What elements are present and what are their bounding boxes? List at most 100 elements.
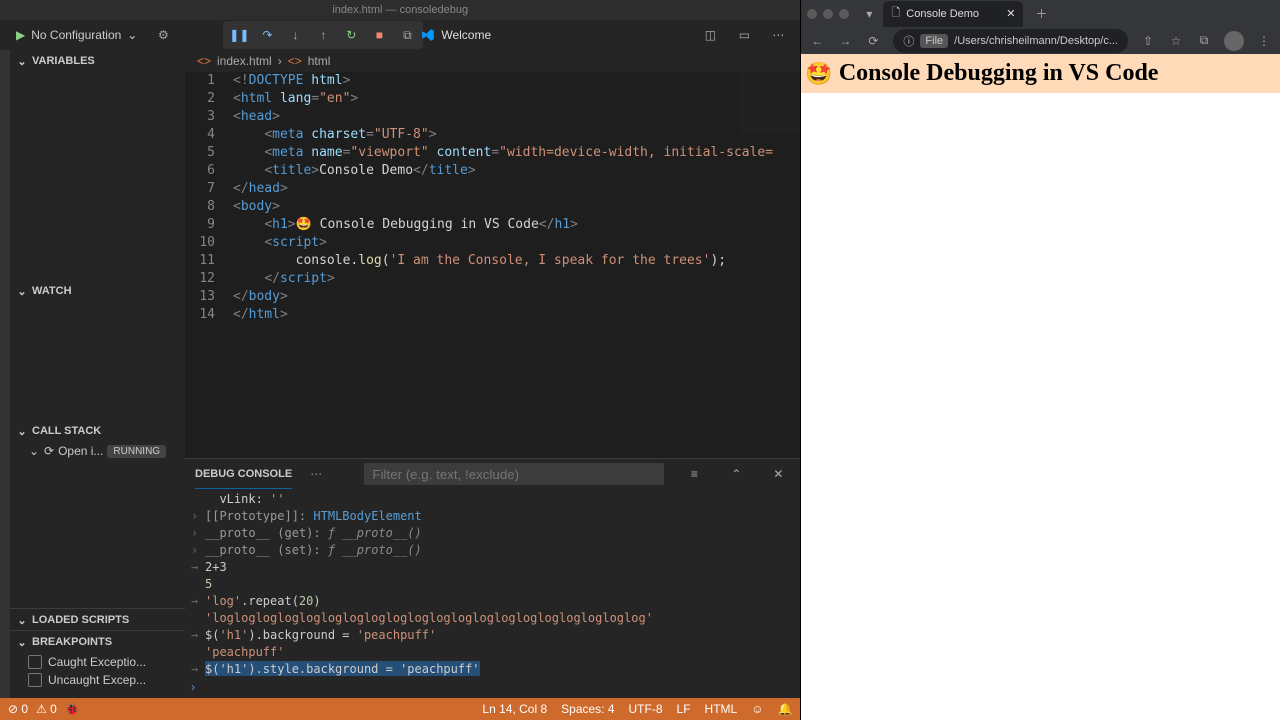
console-body[interactable]: vLink: ''›[[Prototype]]: HTMLBodyElement… — [185, 489, 800, 676]
chevron-down-icon: ⌄ — [16, 55, 28, 67]
running-badge: RUNNING — [107, 445, 166, 458]
rendered-page: 🤩 Console Debugging in VS Code — [801, 54, 1280, 720]
avatar-icon[interactable] — [1224, 31, 1244, 51]
forward-icon[interactable]: → — [837, 33, 853, 49]
code-line[interactable]: 1<!DOCTYPE html> — [185, 72, 800, 90]
layout-icon[interactable]: ▭ — [732, 23, 756, 47]
console-input[interactable]: › — [185, 676, 800, 698]
vscode-icon — [421, 28, 435, 42]
close-icon[interactable]: ✕ — [1006, 7, 1015, 20]
code-line[interactable]: 13</body> — [185, 288, 800, 306]
new-tab-button[interactable]: ＋ — [1029, 5, 1053, 22]
code-area[interactable]: 1<!DOCTYPE html>2<html lang="en">3<head>… — [185, 72, 800, 458]
console-line: 5 — [185, 576, 800, 593]
minimap[interactable] — [740, 72, 800, 132]
play-icon: ▶ — [16, 28, 25, 42]
code-line[interactable]: 8<body> — [185, 198, 800, 216]
restart-icon[interactable]: ↻ — [339, 23, 363, 47]
console-line: ›__proto__ (set): ƒ __proto__() — [185, 542, 800, 559]
panel-watch[interactable]: ⌄ WATCH — [10, 280, 185, 302]
browser-tab[interactable]: 🗋 Console Demo ✕ — [883, 1, 1023, 27]
code-line[interactable]: 2<html lang="en"> — [185, 90, 800, 108]
address-bar[interactable]: ⓘ File /Users/chrisheilmann/Desktop/c... — [893, 29, 1128, 53]
breadcrumb-file: index.html — [217, 54, 272, 68]
bell-icon[interactable]: 🔔 — [777, 702, 792, 716]
code-line[interactable]: 3<head> — [185, 108, 800, 126]
warnings-count[interactable]: ⚠ 0 — [36, 702, 57, 716]
debug-console-panel: DEBUG CONSOLE ⋯ ≡ ⌃ ✕ vLink: ''›[[Protot… — [185, 458, 800, 698]
code-line[interactable]: 9 <h1>🤩 Console Debugging in VS Code</h1… — [185, 216, 800, 234]
code-line[interactable]: 6 <title>Console Demo</title> — [185, 162, 800, 180]
breadcrumbs[interactable]: <> index.html › <> html — [185, 50, 800, 72]
step-out-icon[interactable]: ↑ — [311, 23, 335, 47]
chevron-down-icon: ⌄ — [28, 445, 40, 457]
code-line[interactable]: 12 </script> — [185, 270, 800, 288]
code-line[interactable]: 5 <meta name="viewport" content="width=d… — [185, 144, 800, 162]
code-line[interactable]: 4 <meta charset="UTF-8"> — [185, 126, 800, 144]
split-icon[interactable]: ◫ — [698, 23, 722, 47]
title-bar: index.html — consoledebug — [0, 0, 800, 20]
debug-controls: ❚❚ ↷ ↓ ↑ ↻ ■ ⧉ — [223, 21, 423, 49]
menu-icon[interactable]: ⋮ — [1256, 33, 1272, 49]
panel-breakpoints[interactable]: ⌄BREAKPOINTS — [10, 631, 185, 653]
debug-toolbar: ▶ No Configuration ⌄ ⚙ ❚❚ ↷ ↓ ↑ ↻ ■ ⧉ We… — [0, 20, 800, 50]
chevron-down-icon: ⌄ — [16, 285, 28, 297]
language-mode[interactable]: HTML — [705, 702, 738, 716]
step-over-icon[interactable]: ↷ — [255, 23, 279, 47]
code-line[interactable]: 10 <script> — [185, 234, 800, 252]
close-icon[interactable]: ✕ — [766, 462, 790, 486]
callstack-item[interactable]: ⌄ ⟳ Open i... RUNNING — [10, 442, 185, 460]
url-text: /Users/chrisheilmann/Desktop/c... — [954, 35, 1118, 47]
panel-loaded-scripts[interactable]: ⌄LOADED SCRIPTS — [10, 609, 185, 631]
checkbox[interactable] — [28, 673, 42, 687]
code-line[interactable]: 14</html> — [185, 306, 800, 324]
panel-variables[interactable]: ⌄VARIABLES — [10, 50, 185, 72]
console-line: →'log'.repeat(20) — [185, 593, 800, 610]
pause-icon[interactable]: ❚❚ — [227, 23, 251, 47]
errors-count[interactable]: ⊘ 0 — [8, 702, 28, 716]
console-tab[interactable]: DEBUG CONSOLE — [195, 460, 292, 489]
back-icon[interactable]: ← — [809, 33, 825, 49]
step-into-icon[interactable]: ↓ — [283, 23, 307, 47]
activity-bar[interactable] — [0, 50, 10, 698]
loaded-label: LOADED SCRIPTS — [32, 614, 129, 626]
chevron-down-icon: ⌄ — [16, 425, 28, 437]
console-filter-input[interactable] — [364, 463, 664, 485]
star-icon[interactable]: ☆ — [1168, 33, 1184, 49]
breakpoint-item[interactable]: Caught Exceptio... — [10, 653, 185, 671]
welcome-tab[interactable]: Welcome — [411, 18, 501, 53]
extensions-icon[interactable]: ⧉ — [1196, 33, 1212, 49]
cursor-position[interactable]: Ln 14, Col 8 — [482, 702, 547, 716]
traffic-lights[interactable] — [807, 9, 855, 19]
debug-icon[interactable]: 🐞 — [65, 702, 80, 716]
editor-group: <> index.html › <> html 1<!DOCTYPE html>… — [185, 50, 800, 698]
reload-icon[interactable]: ⟳ — [865, 33, 881, 49]
more-icon[interactable]: ⋯ — [310, 467, 322, 481]
checkbox[interactable] — [28, 655, 42, 669]
code-line[interactable]: 11 console.log('I am the Console, I spea… — [185, 252, 800, 270]
gear-icon[interactable]: ⚙ — [151, 23, 175, 47]
caret-icon[interactable]: ▾ — [861, 6, 877, 22]
encoding-info[interactable]: UTF-8 — [629, 702, 663, 716]
stop-icon[interactable]: ■ — [367, 23, 391, 47]
indent-info[interactable]: Spaces: 4 — [561, 702, 614, 716]
page-heading: 🤩 Console Debugging in VS Code — [801, 54, 1280, 93]
tag-icon: <> — [288, 54, 302, 68]
watch-label: WATCH — [32, 285, 72, 297]
console-line: →$('h1').background = 'peachpuff' — [185, 627, 800, 644]
eol-info[interactable]: LF — [677, 702, 691, 716]
chevron-down-icon: ⌄ — [16, 636, 28, 648]
panel-callstack[interactable]: ⌄CALL STACK — [10, 420, 185, 442]
breakpoint-item[interactable]: Uncaught Excep... — [10, 671, 185, 689]
filter-icon[interactable]: ≡ — [682, 462, 706, 486]
tab-title: Console Demo — [906, 8, 979, 20]
bp-label: Uncaught Excep... — [48, 673, 146, 687]
code-line[interactable]: 7</head> — [185, 180, 800, 198]
feedback-icon[interactable]: ☺ — [751, 702, 763, 716]
console-line: ›[[Prototype]]: HTMLBodyElement — [185, 508, 800, 525]
share-icon[interactable]: ⇧ — [1140, 33, 1156, 49]
page-icon: 🗋 — [891, 4, 900, 23]
more-icon[interactable]: ⋯ — [766, 23, 790, 47]
run-config[interactable]: ▶ No Configuration ⌄ — [10, 26, 143, 44]
collapse-icon[interactable]: ⌃ — [724, 462, 748, 486]
